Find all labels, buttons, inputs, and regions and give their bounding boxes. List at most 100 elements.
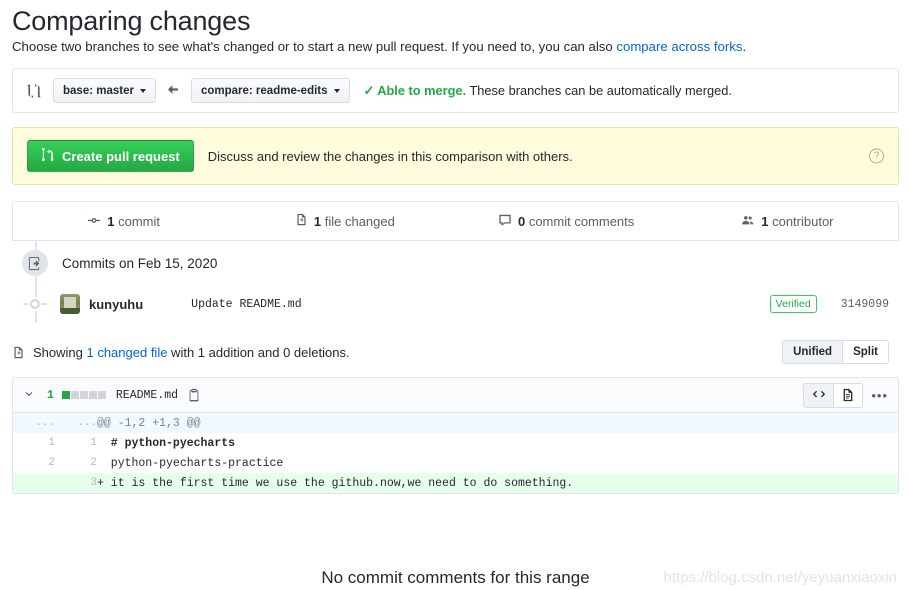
page-title: Comparing changes xyxy=(12,6,251,36)
stat-contributors-label: contributor xyxy=(772,213,834,229)
showing-changed-files-row: Showing 1 changed file with 1 addition a… xyxy=(12,337,899,367)
stat-commits[interactable]: 1 commit xyxy=(13,213,234,230)
diff-table: ... ... @@ -1,2 +1,3 @@ 1 1 # python-pye… xyxy=(13,413,898,493)
diff-code-line: python-pyecharts-practice xyxy=(97,456,284,470)
commits-date-label: Commits on Feb 15, 2020 xyxy=(62,255,218,271)
question-icon[interactable]: ? xyxy=(869,148,884,164)
changed-files-link[interactable]: 1 changed file xyxy=(86,345,167,360)
showing-text-before: Showing xyxy=(33,344,87,360)
diff-view-toggle: Unified Split xyxy=(782,340,889,364)
diff-change-count: 1 xyxy=(47,388,54,402)
diffstat-block xyxy=(97,391,106,399)
stat-contributors-count: 1 xyxy=(761,213,769,229)
merge-status-text: Able to merge. xyxy=(377,82,467,98)
diff-line-new: 2 xyxy=(90,457,97,469)
merge-status-detail: These branches can be automatically merg… xyxy=(466,82,732,98)
diff-line-old: 1 xyxy=(48,437,55,449)
repo-push-icon xyxy=(22,250,48,276)
split-view-button[interactable]: Split xyxy=(842,340,889,364)
commits-date-group: Commits on Feb 15, 2020 xyxy=(12,241,899,285)
compare-across-forks-link[interactable]: compare across forks xyxy=(616,39,742,54)
file-icon[interactable] xyxy=(833,382,864,408)
commit-dot-icon xyxy=(23,297,47,311)
commit-sha[interactable]: 3149099 xyxy=(841,298,889,311)
commits-timeline: Commits on Feb 15, 2020 kunyuhu Update R… xyxy=(12,241,899,323)
file-diff-icon xyxy=(295,213,308,229)
pr-banner-description: Discuss and review the changes in this c… xyxy=(207,148,573,164)
diffstat-block xyxy=(61,391,70,399)
commit-row: kunyuhu Update README.md Verified 314909… xyxy=(12,285,899,323)
showing-text-mid: with xyxy=(167,344,198,360)
base-branch-label: base: master xyxy=(63,84,134,97)
create-pull-request-button[interactable]: Create pull request xyxy=(27,140,194,172)
compare-branch-selector[interactable]: compare: readme-edits xyxy=(190,78,350,103)
merge-status-message: ✓ Able to merge. These branches can be au… xyxy=(364,83,732,99)
kebab-horizontal-icon[interactable]: ••• xyxy=(871,389,888,402)
diff-context-row: 1 1 # python-pyecharts xyxy=(13,433,898,453)
diff-hunk-row: ... ... @@ -1,2 +1,3 @@ xyxy=(13,413,898,433)
stat-comments-label: commit comments xyxy=(528,213,635,229)
diff-code-line: # python-pyecharts xyxy=(97,436,236,450)
diffstat-block xyxy=(88,391,97,399)
stat-files-changed[interactable]: 1 file changed xyxy=(234,213,455,229)
stat-files-label: file changed xyxy=(324,213,395,229)
commit-author[interactable]: kunyuhu xyxy=(89,297,143,312)
diff-line-new: ... xyxy=(55,413,97,433)
showing-text-end: . xyxy=(345,344,350,360)
chevron-down-icon xyxy=(139,88,146,93)
arrow-left-icon xyxy=(167,84,179,97)
stat-commit-comments[interactable]: 0 commit comments xyxy=(456,213,677,230)
stat-commits-text: 1 commit xyxy=(107,214,160,229)
commit-message[interactable]: Update README.md xyxy=(191,298,301,311)
verified-badge[interactable]: Verified xyxy=(769,295,817,313)
stat-comments-text: 0 commit comments xyxy=(518,214,634,229)
page-subtitle: Choose two branches to see what's change… xyxy=(12,39,899,54)
diff-addition-row: 3 + it is the first time we use the gith… xyxy=(13,473,898,493)
stat-comments-count: 0 xyxy=(517,213,526,229)
showing-summary: Showing 1 changed file with 1 addition a… xyxy=(33,345,350,360)
create-pull-request-banner: Create pull request Discuss and review t… xyxy=(12,127,899,185)
comment-icon xyxy=(498,213,512,230)
diff-line-old: 2 xyxy=(48,457,55,469)
commit-meta: Verified 3149099 xyxy=(769,295,889,313)
diffstat-block xyxy=(79,391,88,399)
diff-view-mode-group xyxy=(803,382,864,408)
subtitle-text-before: Choose two branches to see what's change… xyxy=(12,39,617,54)
compare-branch-label: compare: readme-edits xyxy=(200,84,328,97)
avatar[interactable] xyxy=(60,294,80,314)
subtitle-text-after: . xyxy=(742,39,747,54)
watermark: https://blog.csdn.net/yeyuanxiaoxin xyxy=(663,569,897,586)
unified-view-button[interactable]: Unified xyxy=(782,340,843,364)
diff-file-actions: ••• xyxy=(803,382,888,408)
compare-changes-page: Comparing changes Choose two branches to… xyxy=(0,6,911,590)
check-icon: ✓ xyxy=(363,82,375,98)
diff-file-readme: 1 README.md ••• ... ... @@ -1,2 +1,3 @@ … xyxy=(12,377,899,494)
diff-code-line: + it is the first time we use the github… xyxy=(97,473,898,493)
diff-hunk-header: @@ -1,2 +1,3 @@ xyxy=(97,413,898,433)
comparison-stats-bar: 1 commit 1 file changed 0 commit comment… xyxy=(12,201,899,241)
diffstat-block xyxy=(70,391,79,399)
stat-commits-label: commit xyxy=(118,213,160,229)
additions-count: 1 addition xyxy=(197,344,255,360)
stat-contributors[interactable]: 1 contributor xyxy=(677,213,898,230)
code-icon[interactable] xyxy=(803,382,834,408)
git-compare-icon xyxy=(25,82,43,100)
stat-commits-count: 1 xyxy=(107,213,115,229)
deletions-count: 0 deletions xyxy=(283,344,346,360)
diff-file-header: 1 README.md ••• xyxy=(13,378,898,413)
people-icon xyxy=(741,213,755,230)
base-branch-selector[interactable]: base: master xyxy=(53,78,156,103)
copy-path-icon[interactable] xyxy=(187,388,201,402)
diff-line-new: 1 xyxy=(90,437,97,449)
chevron-down-icon[interactable] xyxy=(23,388,35,403)
stat-contributors-text: 1 contributor xyxy=(761,214,833,229)
diff-line-new: 3 xyxy=(55,473,97,493)
commit-icon xyxy=(87,213,101,230)
branch-compare-bar: base: master compare: readme-edits ✓ Able… xyxy=(12,68,899,113)
diff-context-row: 2 2 python-pyecharts-practice xyxy=(13,453,898,473)
diff-line-old: ... xyxy=(13,413,55,433)
chevron-down-icon xyxy=(333,88,340,93)
stat-files-count: 1 xyxy=(313,213,322,229)
stat-files-text: 1 file changed xyxy=(314,214,395,229)
diff-file-name[interactable]: README.md xyxy=(116,389,178,402)
